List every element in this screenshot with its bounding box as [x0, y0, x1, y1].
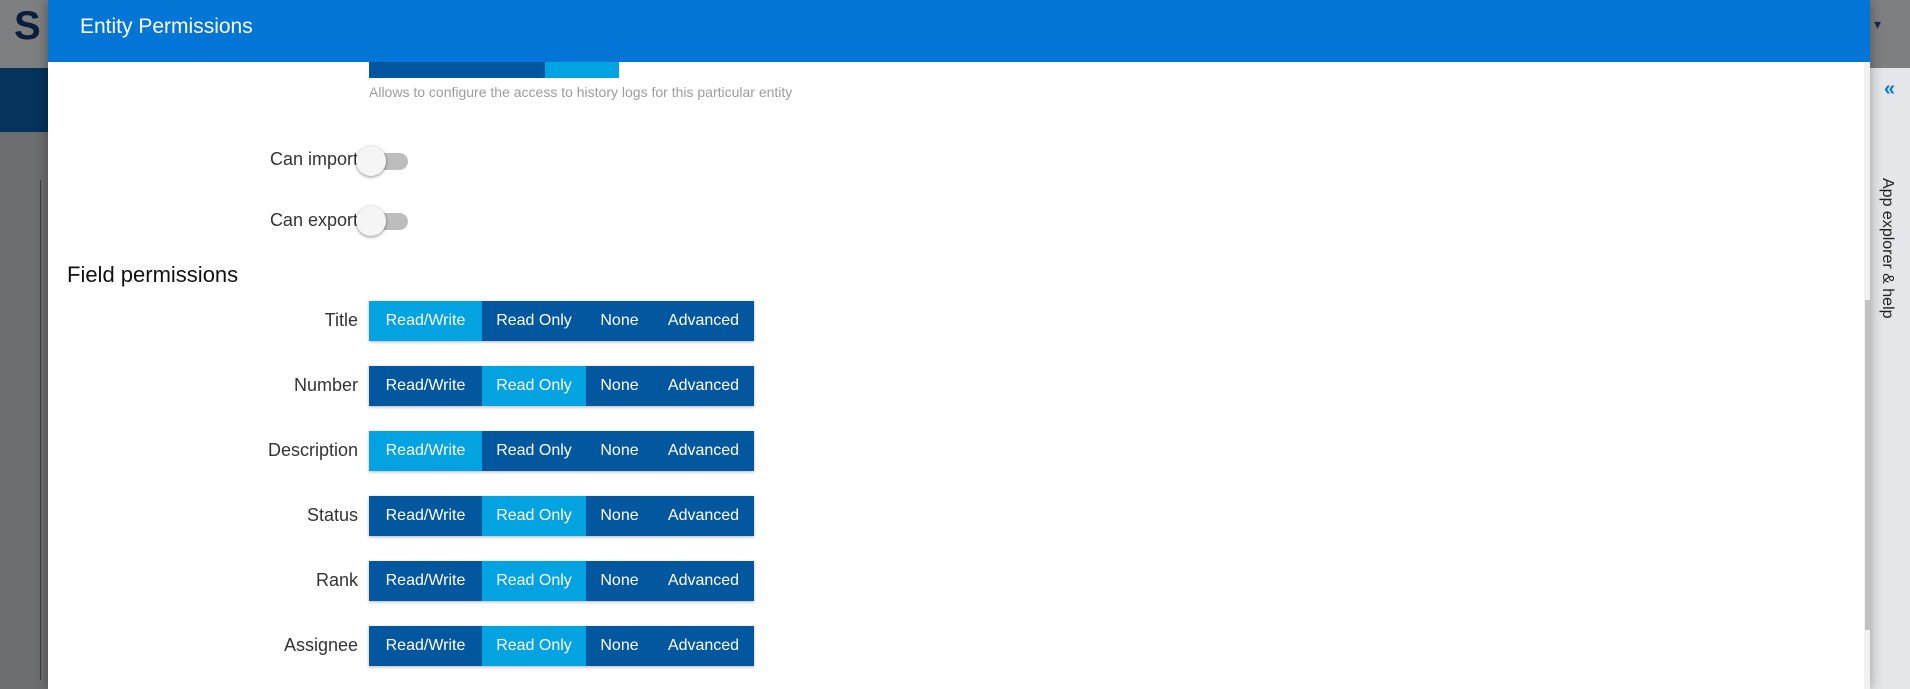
toggle-knob[interactable] [356, 206, 386, 236]
option-advanced-button[interactable]: Advanced [653, 301, 754, 341]
permission-group-status: Read/Write Read Only None Advanced [369, 496, 754, 536]
option-read-only-button[interactable]: Read Only [482, 301, 586, 341]
caret-down-icon: ▾ [1874, 16, 1882, 32]
permission-group-number: Read/Write Read Only None Advanced [369, 366, 754, 406]
permission-group-title: Read/Write Read Only None Advanced [369, 301, 754, 341]
option-advanced-button[interactable]: Advanced [653, 561, 754, 601]
option-advanced-button[interactable]: Advanced [653, 431, 754, 471]
option-advanced-button[interactable]: Advanced [653, 366, 754, 406]
can-export-toggle[interactable] [356, 206, 412, 236]
option-read-write-button[interactable]: Read/Write [369, 626, 482, 666]
option-none-button[interactable]: None [586, 366, 653, 406]
can-export-label: Can export [269, 210, 358, 230]
field-label-number: Number [293, 375, 358, 395]
modal-title: Entity Permissions [80, 15, 253, 38]
can-import-toggle[interactable] [356, 146, 412, 176]
option-advanced-button[interactable]: Advanced [653, 496, 754, 536]
field-label-description: Description [267, 440, 358, 460]
option-read-only-button[interactable]: Read Only [482, 561, 586, 601]
entity-permissions-modal: Entity Permissions Allows to configure t… [48, 0, 1870, 689]
option-none-button[interactable]: None [586, 301, 653, 341]
double-chevron-left-icon[interactable]: « [1884, 78, 1895, 101]
option-read-only-button[interactable]: Read Only [482, 366, 586, 406]
permission-group-rank: Read/Write Read Only None Advanced [369, 561, 754, 601]
option-none-button[interactable]: None [586, 626, 653, 666]
history-hint: Allows to configure the access to histor… [369, 84, 793, 100]
toggle-knob[interactable] [356, 146, 386, 176]
field-label-status: Status [306, 505, 358, 525]
field-label-title: Title [324, 310, 358, 330]
option-read-write-button[interactable]: Read/Write [369, 366, 482, 406]
option-read-only-button[interactable]: Read Only [482, 496, 586, 536]
app-explorer-label[interactable]: App explorer & help [1878, 178, 1896, 319]
permission-group-description: Read/Write Read Only None Advanced [369, 431, 754, 471]
option-none-button[interactable]: None [586, 431, 653, 471]
permission-group-assignee: Read/Write Read Only None Advanced [369, 626, 754, 666]
field-permissions-title: Field permissions [67, 262, 239, 287]
option-read-write-button[interactable]: Read/Write [369, 496, 482, 536]
option-read-write-button[interactable]: Read/Write [369, 561, 482, 601]
option-none-button[interactable]: None [586, 496, 653, 536]
option-none-button[interactable]: None [586, 561, 653, 601]
option-advanced-button[interactable]: Advanced [653, 626, 754, 666]
can-import-label: Can import [269, 149, 358, 169]
option-read-only-button[interactable]: Read Only [482, 431, 586, 471]
option-read-only-button[interactable]: Read Only [482, 626, 586, 666]
app-explorer-panel[interactable]: « App explorer & help [1870, 68, 1910, 689]
option-read-write-button[interactable]: Read/Write [369, 431, 482, 471]
scrollbar-thumb[interactable] [1865, 300, 1870, 630]
option-read-write-button[interactable]: Read/Write [369, 301, 482, 341]
modal-header: Entity Permissions [48, 0, 1870, 62]
field-label-assignee: Assignee [283, 635, 358, 655]
field-label-rank: Rank [315, 570, 358, 590]
